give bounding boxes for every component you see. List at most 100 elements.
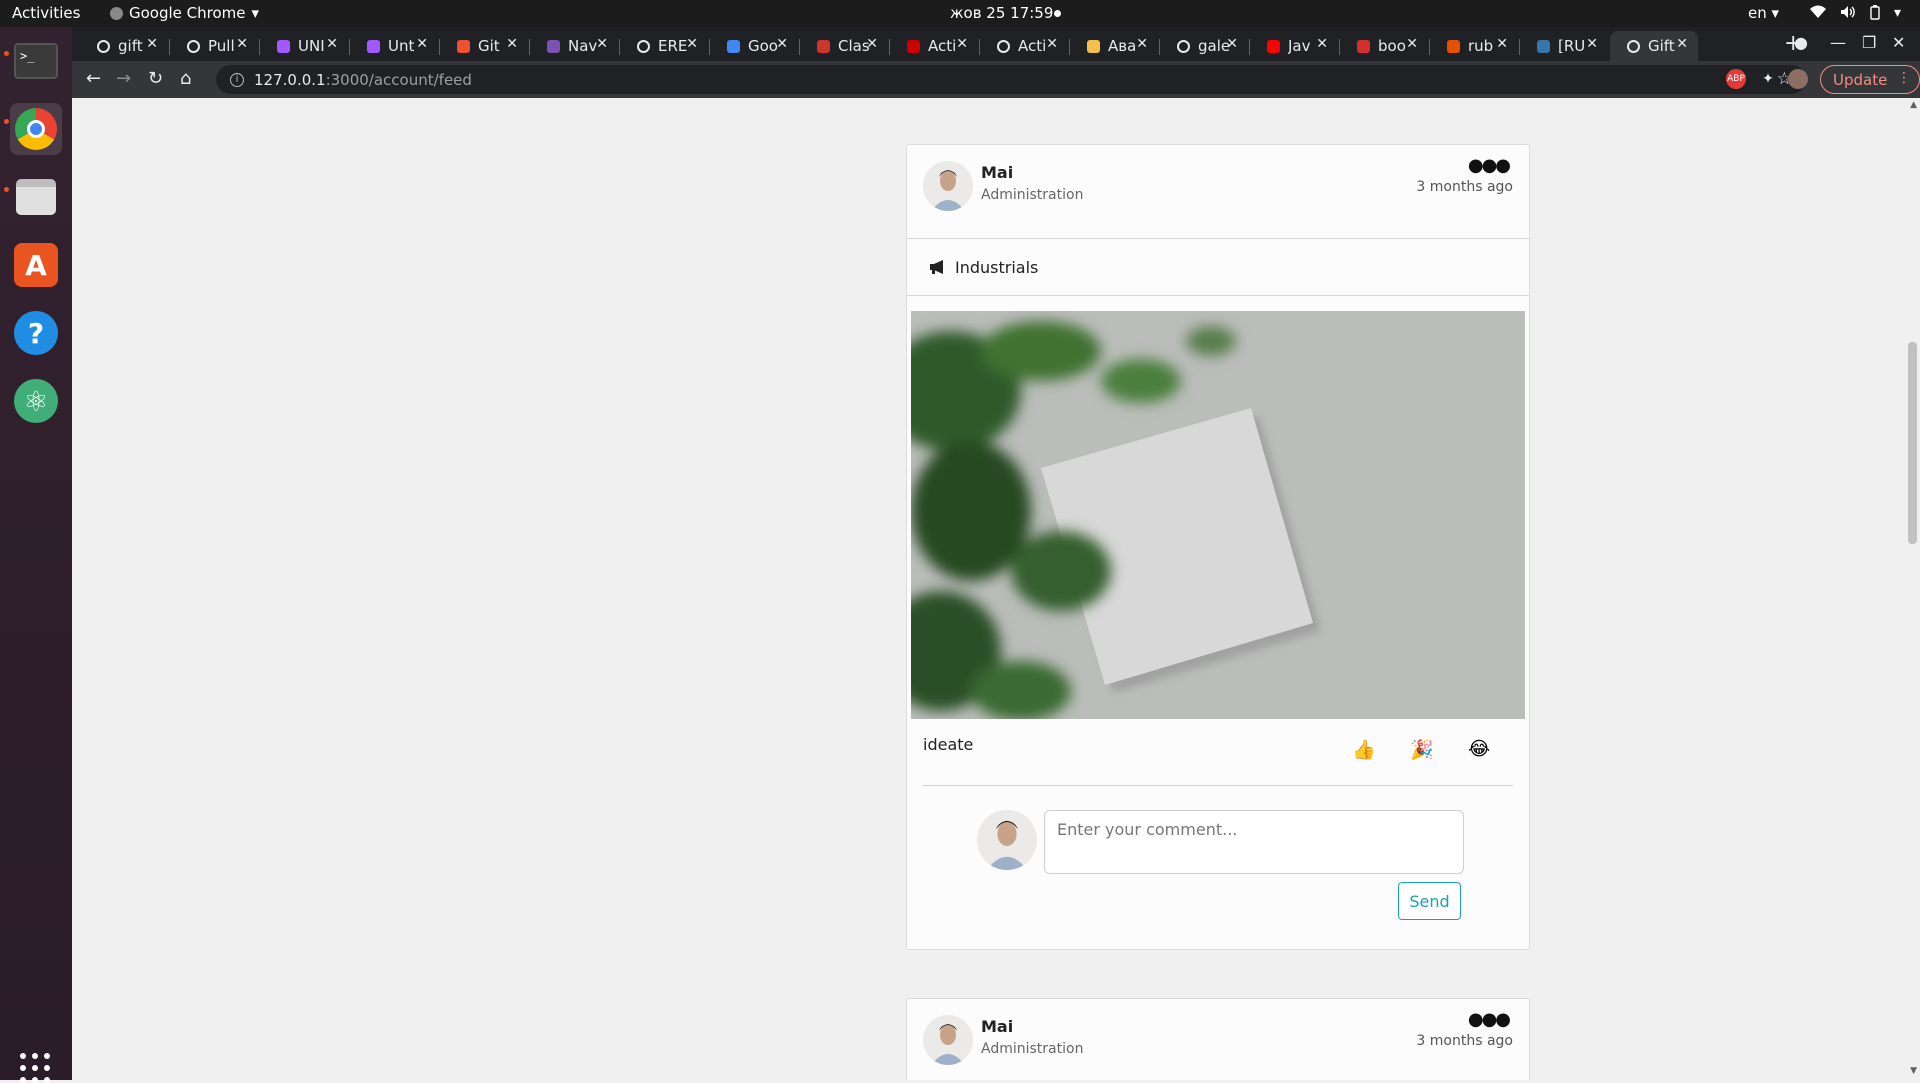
post-time: 3 months ago bbox=[1416, 179, 1513, 195]
browser-tab[interactable]: [RU ✕ bbox=[1520, 31, 1608, 61]
youtube-icon bbox=[1267, 40, 1280, 53]
close-tab-icon[interactable]: ✕ bbox=[326, 36, 338, 52]
tab-title: Git bbox=[478, 37, 500, 55]
scroll-down-icon[interactable]: ▼ bbox=[1910, 1066, 1917, 1076]
clock[interactable]: жов 25 17:59 bbox=[950, 4, 1053, 22]
dock-terminal[interactable]: >_ bbox=[10, 35, 62, 87]
browser-tab[interactable]: Clas ✕ bbox=[800, 31, 888, 61]
github-icon bbox=[1177, 40, 1190, 53]
address-bar[interactable]: i 127.0.0.1:3000/account/feed ☆ bbox=[216, 65, 1806, 94]
minimize-icon[interactable]: — bbox=[1830, 33, 1846, 52]
send-comment-button[interactable]: Send bbox=[1398, 882, 1461, 920]
close-tab-icon[interactable]: ✕ bbox=[596, 36, 608, 52]
browser-tab[interactable]: Acti ✕ bbox=[980, 31, 1068, 61]
browser-tab[interactable]: Gift ✕ bbox=[1610, 31, 1698, 61]
bootstrap-icon bbox=[547, 40, 560, 53]
author-name[interactable]: Mai bbox=[981, 1017, 1013, 1036]
feed-post: Mai Administration ●●● 3 months ago bbox=[906, 998, 1530, 1080]
close-tab-icon[interactable]: ✕ bbox=[1496, 36, 1508, 52]
author-role: Administration bbox=[981, 187, 1084, 203]
language-indicator[interactable]: en ▾ bbox=[1748, 4, 1779, 22]
chevron-down-icon: ▾ bbox=[1894, 5, 1902, 21]
close-tab-icon[interactable]: ✕ bbox=[506, 36, 518, 52]
browser-tab[interactable]: Unt ✕ bbox=[350, 31, 438, 61]
reaction-celebrate[interactable]: 🎉 bbox=[1410, 738, 1434, 761]
tab-search-icon[interactable]: ● bbox=[1794, 33, 1808, 52]
close-tab-icon[interactable]: ✕ bbox=[1226, 36, 1238, 52]
close-tab-icon[interactable]: ✕ bbox=[686, 36, 698, 52]
more-options-icon[interactable]: ●●● bbox=[1468, 155, 1511, 176]
browser-tab[interactable]: Git ✕ bbox=[440, 31, 528, 61]
author-avatar[interactable] bbox=[923, 161, 973, 211]
browser-tab[interactable]: UNI ✕ bbox=[260, 31, 348, 61]
extensions-puzzle-icon[interactable]: ✦ bbox=[1758, 69, 1778, 89]
system-tray[interactable]: ▾ bbox=[1810, 5, 1901, 24]
close-tab-icon[interactable]: ✕ bbox=[1046, 36, 1058, 52]
close-tab-icon[interactable]: ✕ bbox=[1676, 36, 1688, 52]
close-window-icon[interactable]: ✕ bbox=[1892, 33, 1905, 52]
reaction-like[interactable]: 👍 bbox=[1352, 738, 1376, 761]
update-button[interactable]: Update ⋮ bbox=[1820, 65, 1920, 94]
browser-tab[interactable]: ERE ✕ bbox=[620, 31, 708, 61]
close-tab-icon[interactable]: ✕ bbox=[1406, 36, 1418, 52]
os-top-bar: Activities Google Chrome ▾ жов 25 17:59 … bbox=[0, 0, 1920, 27]
close-tab-icon[interactable]: ✕ bbox=[416, 36, 428, 52]
forward-arrow-icon[interactable]: → bbox=[116, 68, 131, 89]
comment-input[interactable] bbox=[1044, 810, 1464, 874]
tab-title: gift bbox=[118, 37, 143, 55]
profile-avatar-icon[interactable] bbox=[1788, 69, 1808, 89]
rails-icon bbox=[907, 40, 920, 53]
post-topic: Industrials bbox=[907, 239, 1529, 296]
translate-icon bbox=[727, 40, 740, 53]
app-menu[interactable]: Google Chrome ▾ bbox=[110, 4, 259, 22]
book-icon bbox=[1357, 40, 1370, 53]
adblock-icon[interactable]: ABP bbox=[1726, 69, 1746, 89]
browser-tab[interactable]: Nav ✕ bbox=[530, 31, 618, 61]
browser-tab[interactable]: Pull ✕ bbox=[170, 31, 258, 61]
show-apps-icon[interactable] bbox=[20, 1053, 50, 1083]
close-tab-icon[interactable]: ✕ bbox=[1316, 36, 1328, 52]
running-indicator bbox=[4, 51, 9, 56]
scrollbar-thumb[interactable] bbox=[1908, 342, 1917, 544]
scrollbar[interactable]: ▲ ▼ bbox=[1905, 98, 1920, 1080]
dock-chrome[interactable] bbox=[10, 103, 62, 155]
browser-tab[interactable]: gale ✕ bbox=[1160, 31, 1248, 61]
browser-tab[interactable]: boo ✕ bbox=[1340, 31, 1428, 61]
reload-icon[interactable]: ↻ bbox=[148, 68, 163, 89]
post-image[interactable] bbox=[911, 311, 1525, 719]
close-tab-icon[interactable]: ✕ bbox=[1586, 36, 1598, 52]
help-icon: ? bbox=[14, 311, 58, 355]
close-tab-icon[interactable]: ✕ bbox=[146, 36, 158, 52]
reaction-laugh[interactable]: 😂 bbox=[1468, 738, 1490, 760]
update-label: Update bbox=[1833, 70, 1888, 89]
tab-title: Ава bbox=[1108, 37, 1137, 55]
browser-tab[interactable]: Ава ✕ bbox=[1070, 31, 1158, 61]
tab-title: Gift bbox=[1648, 37, 1675, 55]
dock-help[interactable]: ? bbox=[10, 307, 62, 359]
browser-tab[interactable]: Jav ✕ bbox=[1250, 31, 1338, 61]
dock-files[interactable] bbox=[10, 171, 62, 223]
activities-button[interactable]: Activities bbox=[12, 4, 80, 22]
browser-tab[interactable]: rub ✕ bbox=[1430, 31, 1518, 61]
more-options-icon[interactable]: ●●● bbox=[1468, 1009, 1511, 1030]
post-header: Mai Administration ●●● 3 months ago bbox=[907, 145, 1529, 239]
dock-software[interactable]: A bbox=[10, 239, 62, 291]
page-viewport: Mai Administration ●●● 3 months ago Indu… bbox=[72, 98, 1920, 1080]
info-icon[interactable]: i bbox=[230, 72, 244, 87]
close-tab-icon[interactable]: ✕ bbox=[1136, 36, 1148, 52]
close-tab-icon[interactable]: ✕ bbox=[956, 36, 968, 52]
author-name[interactable]: Mai bbox=[981, 163, 1013, 182]
close-tab-icon[interactable]: ✕ bbox=[776, 36, 788, 52]
browser-tab[interactable]: gift ✕ bbox=[80, 31, 168, 61]
back-arrow-icon[interactable]: ← bbox=[86, 68, 101, 89]
maximize-icon[interactable]: ❐ bbox=[1862, 33, 1876, 52]
author-avatar[interactable] bbox=[923, 1015, 973, 1065]
browser-tab[interactable]: Acti ✕ bbox=[890, 31, 978, 61]
post-text: ideate bbox=[923, 735, 974, 754]
scroll-up-icon[interactable]: ▲ bbox=[1910, 100, 1917, 110]
close-tab-icon[interactable]: ✕ bbox=[236, 36, 248, 52]
browser-tab[interactable]: Goo ✕ bbox=[710, 31, 798, 61]
dock-atom[interactable]: ⚛ bbox=[10, 375, 62, 427]
home-icon[interactable]: ⌂ bbox=[180, 68, 191, 89]
close-tab-icon[interactable]: ✕ bbox=[866, 36, 878, 52]
